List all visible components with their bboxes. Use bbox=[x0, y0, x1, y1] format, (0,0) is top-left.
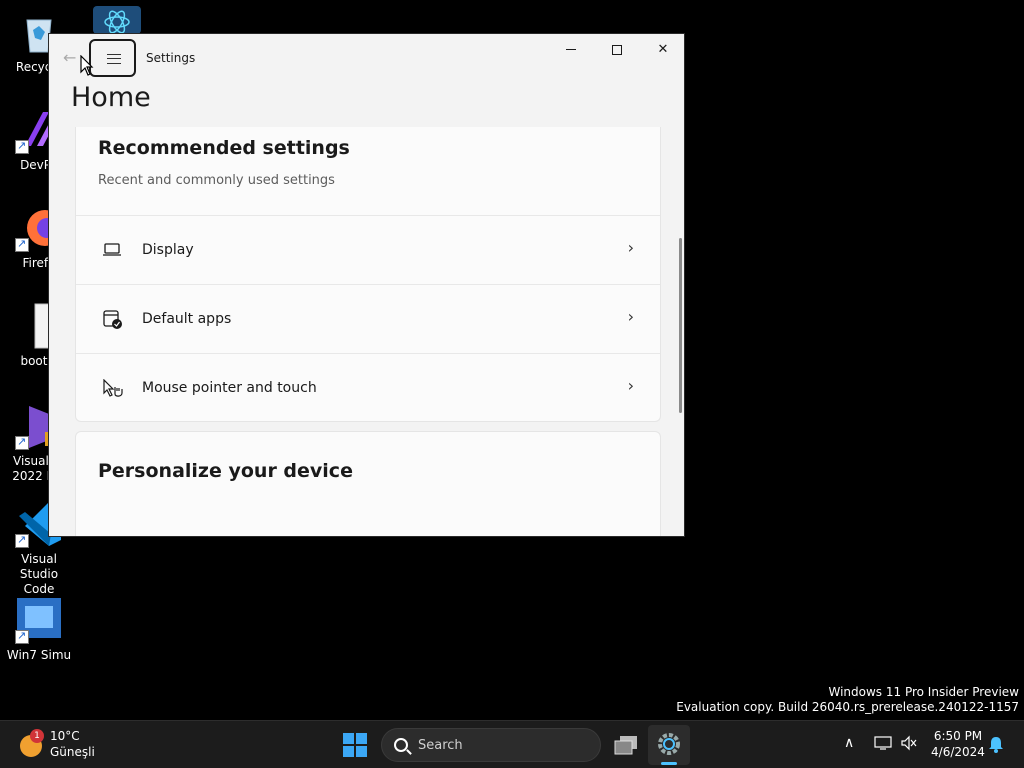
os-watermark: Windows 11 Pro Insider Preview Evaluatio… bbox=[676, 685, 1019, 715]
shortcut-arrow-icon bbox=[15, 236, 29, 252]
shortcut-arrow-icon bbox=[15, 628, 29, 644]
gear-icon bbox=[658, 733, 680, 755]
settings-row-mouse-pointer[interactable]: Mouse pointer and touch › bbox=[76, 354, 660, 423]
shortcut-arrow-icon bbox=[15, 138, 29, 154]
navigation-menu-button[interactable] bbox=[89, 39, 136, 77]
settings-window: ← Settings ✕ Home Recommended settings R… bbox=[48, 33, 685, 537]
close-icon: ✕ bbox=[657, 42, 669, 57]
default-apps-icon bbox=[102, 310, 122, 329]
desktop-icon-label: Win7 Simu bbox=[6, 648, 72, 662]
maximize-icon bbox=[612, 44, 622, 55]
chevron-right-icon: › bbox=[627, 238, 634, 257]
back-arrow-icon: ← bbox=[63, 48, 77, 67]
row-label: Mouse pointer and touch bbox=[142, 380, 317, 396]
recommended-settings-card: Recommended settings Recent and commonly… bbox=[75, 127, 661, 422]
app-title: Settings bbox=[146, 51, 196, 65]
card-subtitle: Recent and commonly used settings bbox=[98, 173, 335, 188]
notification-badge: 1 bbox=[30, 729, 44, 743]
notification-bell-icon[interactable] bbox=[988, 735, 1004, 753]
desktop-icon-label: Visual Studio Code bbox=[19, 552, 59, 596]
chevron-up-icon: ∧ bbox=[844, 735, 855, 751]
taskbar-settings-app[interactable] bbox=[648, 725, 690, 765]
start-button[interactable] bbox=[343, 733, 367, 757]
row-label: Default apps bbox=[142, 311, 232, 327]
settings-content: Recommended settings Recent and commonly… bbox=[75, 127, 661, 536]
taskbar: 1 10°C Güneşli Search ∧ 6:50 PM 4/6/2024 bbox=[0, 720, 1024, 768]
chevron-right-icon: › bbox=[627, 307, 634, 326]
watermark-line2: Evaluation copy. Build 26040.rs_prerelea… bbox=[676, 700, 1019, 714]
scrollbar-thumb[interactable] bbox=[679, 238, 682, 413]
desktop-icon-win7-simu[interactable]: Win7 Simu bbox=[2, 596, 76, 663]
shortcut-arrow-icon bbox=[15, 434, 29, 450]
system-clock[interactable]: 6:50 PM 4/6/2024 bbox=[926, 728, 990, 760]
minimize-button[interactable] bbox=[548, 34, 594, 66]
row-label: Display bbox=[142, 242, 194, 258]
close-button[interactable]: ✕ bbox=[640, 34, 684, 66]
maximize-button[interactable] bbox=[594, 34, 640, 66]
card-title: Personalize your device bbox=[98, 460, 353, 482]
hamburger-icon bbox=[107, 54, 121, 64]
title-bar: ← Settings ✕ bbox=[49, 34, 684, 82]
search-label: Search bbox=[418, 738, 463, 753]
page-title: Home bbox=[71, 82, 151, 113]
react-app-icon bbox=[93, 6, 141, 34]
volume-muted-icon[interactable] bbox=[900, 735, 918, 751]
shortcut-arrow-icon bbox=[15, 532, 29, 548]
task-view-button[interactable] bbox=[613, 733, 639, 757]
task-view-icon bbox=[614, 736, 637, 755]
personalize-device-card[interactable]: Personalize your device bbox=[75, 431, 661, 536]
mouse-cursor-icon bbox=[80, 54, 94, 81]
search-icon bbox=[394, 738, 408, 752]
win7-simu-icon bbox=[15, 596, 63, 644]
weather-widget[interactable]: 1 10°C Güneşli bbox=[18, 729, 118, 761]
settings-row-default-apps[interactable]: Default apps › bbox=[76, 285, 660, 354]
card-title: Recommended settings bbox=[98, 137, 350, 159]
clock-date: 4/6/2024 bbox=[931, 745, 985, 759]
settings-row-display[interactable]: Display › bbox=[76, 216, 660, 285]
weather-condition: Güneşli bbox=[50, 745, 95, 759]
chevron-right-icon: › bbox=[627, 376, 634, 395]
taskbar-search-box[interactable]: Search bbox=[381, 728, 601, 762]
network-icon[interactable] bbox=[874, 735, 892, 751]
weather-temperature: 10°C bbox=[50, 729, 80, 743]
minimize-icon bbox=[566, 49, 576, 50]
clock-time: 6:50 PM bbox=[933, 729, 983, 743]
pointer-touch-icon bbox=[102, 378, 123, 397]
watermark-line1: Windows 11 Pro Insider Preview bbox=[828, 685, 1019, 699]
card-header: Recommended settings Recent and commonly… bbox=[76, 127, 660, 216]
active-app-indicator bbox=[661, 762, 677, 765]
show-hidden-icons-button[interactable]: ∧ bbox=[844, 735, 854, 751]
laptop-icon bbox=[102, 241, 122, 259]
